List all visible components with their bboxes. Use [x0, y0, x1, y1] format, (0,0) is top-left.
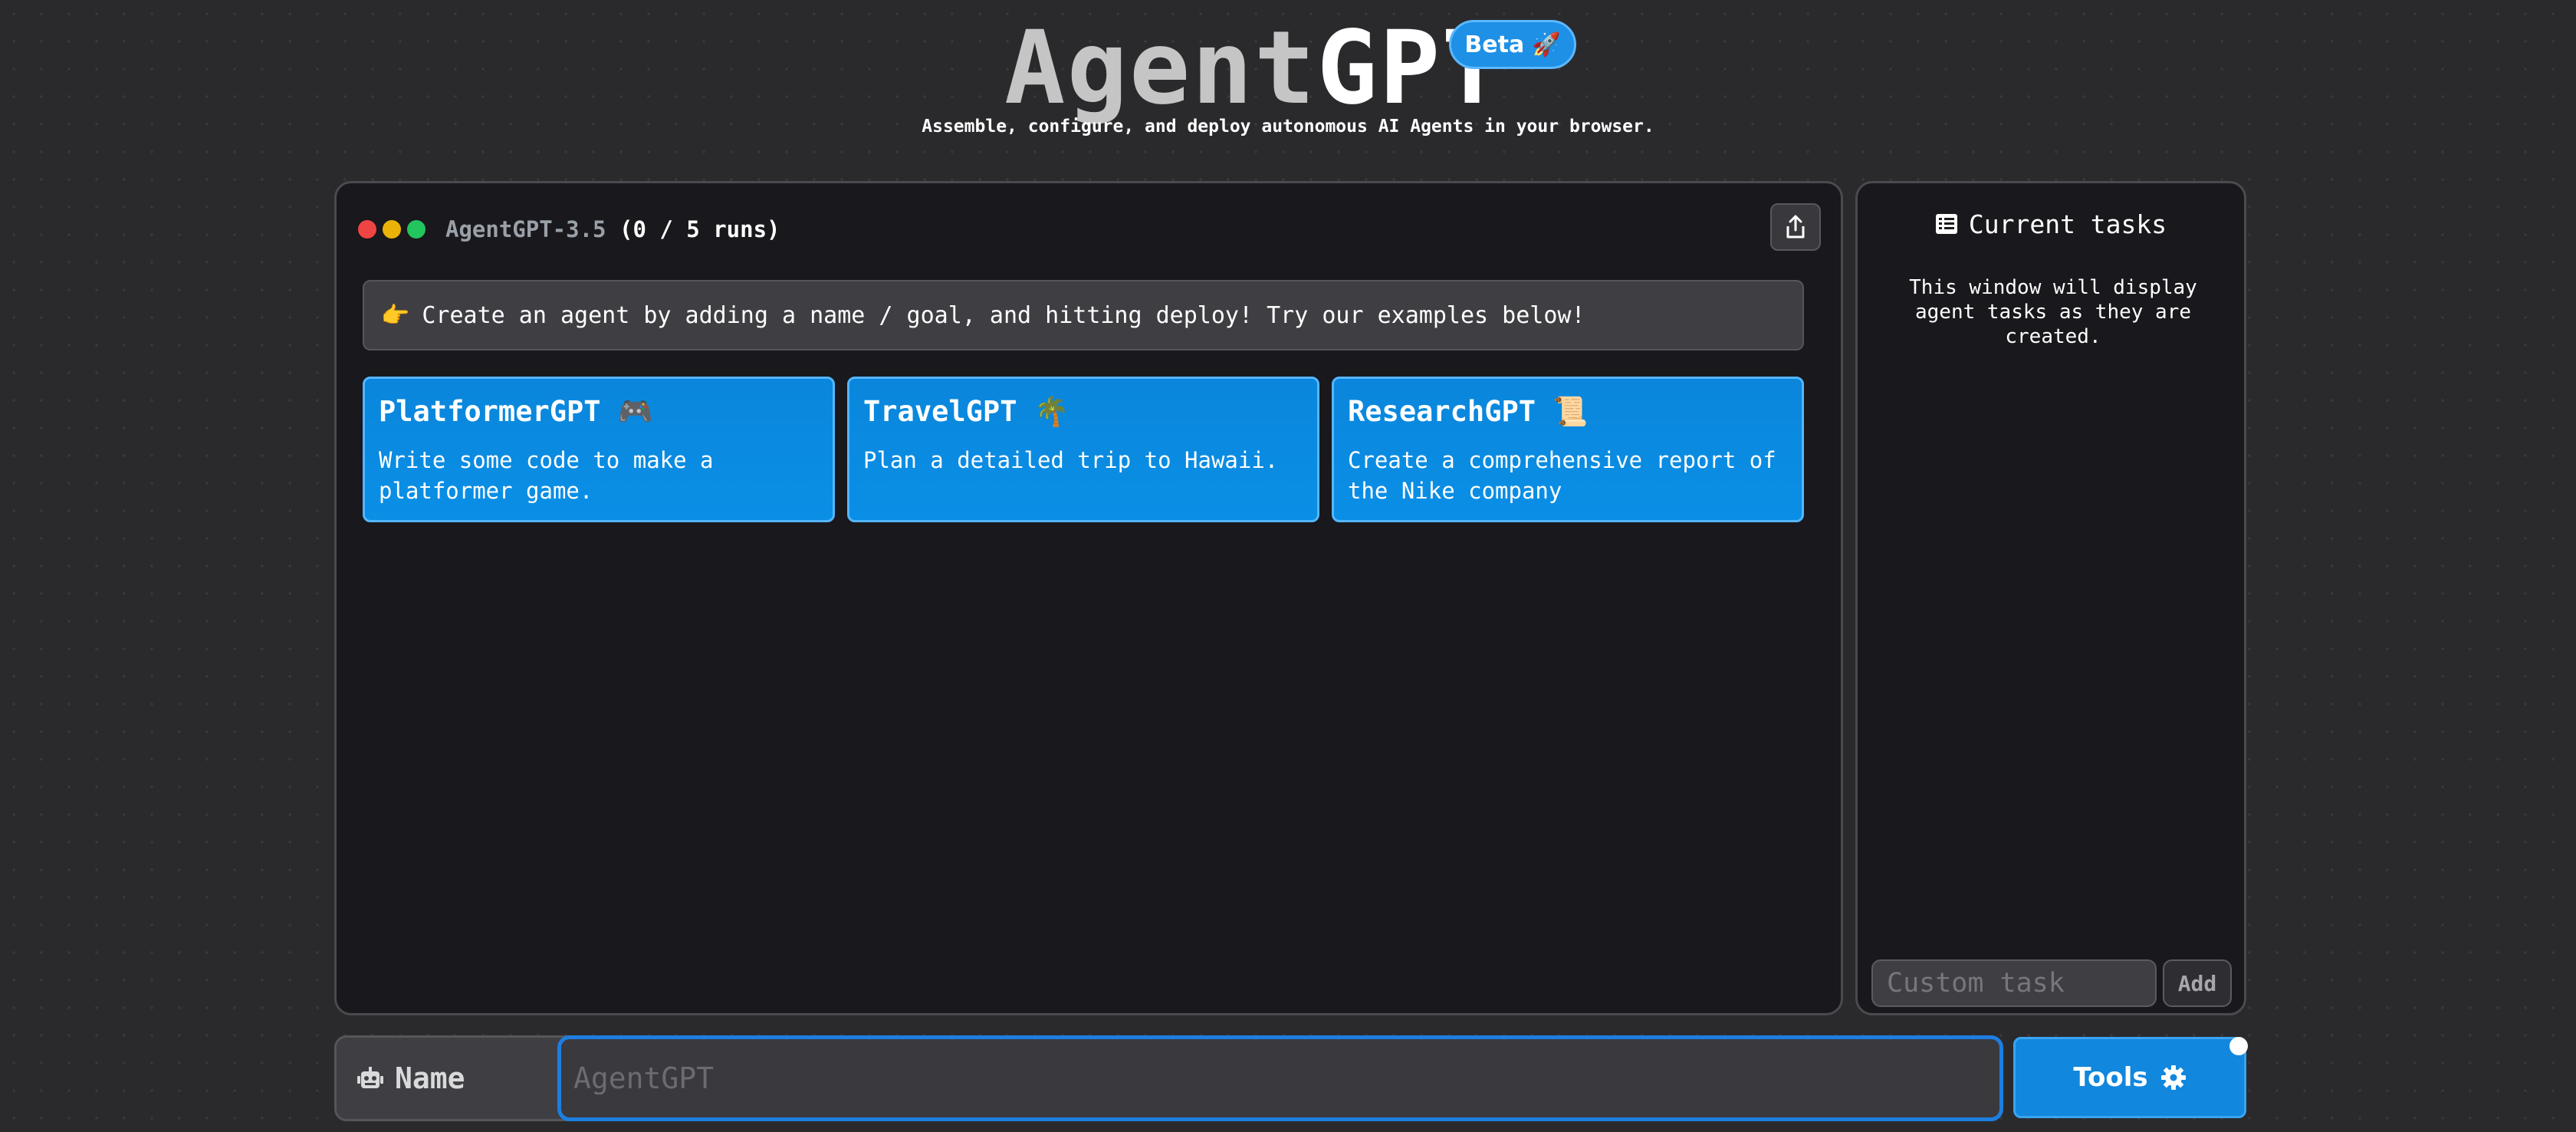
- robot-icon: [357, 1067, 383, 1088]
- example-card-platformergpt[interactable]: PlatformerGPT 🎮 Write some code to make …: [363, 377, 835, 522]
- info-banner: 👉 Create an agent by adding a name / goa…: [363, 280, 1804, 350]
- beta-label: Beta: [1464, 31, 1525, 58]
- tools-button[interactable]: Tools: [2013, 1037, 2246, 1118]
- example-card-travelgpt[interactable]: TravelGPT 🌴 Plan a detailed trip to Hawa…: [847, 377, 1319, 522]
- task-empty-message: This window will display agent tasks as …: [1909, 276, 2197, 348]
- name-label-text: Name: [395, 1061, 465, 1095]
- example-description: Plan a detailed trip to Hawaii.: [863, 447, 1279, 473]
- minimize-dot-icon: [383, 220, 401, 239]
- task-panel: Current tasks This window will display a…: [1855, 181, 2246, 1015]
- window-title-bar: AgentGPT-3.5 (0 / 5 runs): [358, 214, 780, 245]
- name-label: Name: [337, 1038, 557, 1119]
- example-title: TravelGPT 🌴: [863, 395, 1070, 428]
- page-subtitle: Assemble, configure, and deploy autonomo…: [922, 117, 1654, 137]
- example-title: ResearchGPT 📜: [1348, 395, 1589, 428]
- pointing-hand-icon: 👉: [381, 301, 410, 329]
- maximize-dot-icon: [407, 220, 426, 239]
- rocket-icon: 🚀: [1532, 31, 1561, 58]
- notification-dot: [2229, 1037, 2248, 1055]
- custom-task-input[interactable]: [1871, 959, 2157, 1007]
- task-panel-title: Current tasks: [1858, 205, 2244, 243]
- example-description: Write some code to make a platformer gam…: [379, 447, 714, 504]
- task-title-text: Current tasks: [1968, 209, 2167, 239]
- example-title: PlatformerGPT 🎮: [379, 395, 653, 428]
- name-bar: Name: [334, 1035, 2003, 1121]
- example-description: Create a comprehensive report of the Nik…: [1348, 447, 1776, 504]
- page-title: AgentGPT: [1004, 11, 1504, 126]
- close-dot-icon: [358, 220, 376, 239]
- example-card-researchgpt[interactable]: ResearchGPT 📜 Create a comprehensive rep…: [1332, 377, 1804, 522]
- model-label: AgentGPT-3.5 (0 / 5 runs): [445, 216, 780, 242]
- share-icon: [1786, 215, 1805, 239]
- add-task-button[interactable]: Add: [2163, 959, 2232, 1007]
- agent-name-input[interactable]: [557, 1035, 2003, 1121]
- beta-badge: Beta 🚀: [1449, 20, 1576, 69]
- example-cards: PlatformerGPT 🎮 Write some code to make …: [363, 377, 1804, 522]
- banner-text: Create an agent by adding a name / goal,…: [422, 301, 1585, 329]
- gear-icon: [2160, 1065, 2186, 1090]
- task-list-icon: [1935, 214, 1957, 234]
- model-name: AgentGPT-3.5: [445, 216, 606, 242]
- runs-counter: (0 / 5 runs): [619, 216, 780, 242]
- share-button[interactable]: [1770, 203, 1821, 251]
- agent-window: AgentGPT-3.5 (0 / 5 runs) 👉 Create an ag…: [334, 181, 1843, 1015]
- header: AgentGPT Beta 🚀 Assemble, configure, and…: [0, 0, 2576, 153]
- tools-label: Tools: [2073, 1062, 2148, 1093]
- brand-agent-text: Agent: [1004, 9, 1317, 127]
